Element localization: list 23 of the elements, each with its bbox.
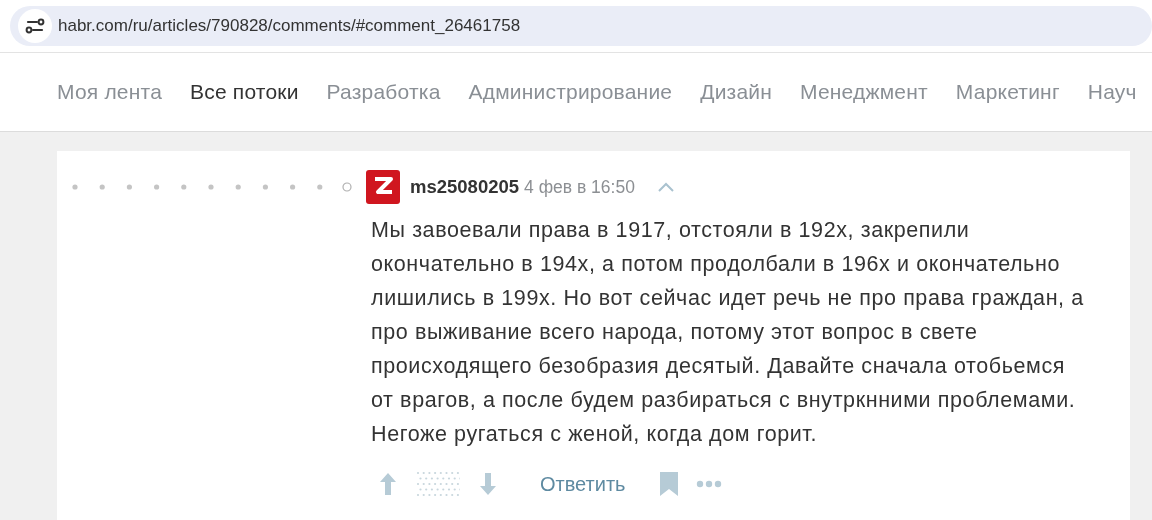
reply-link[interactable]: Ответить: [540, 472, 626, 496]
nav-tab[interactable]: Все потоки: [190, 80, 299, 104]
nav-tab[interactable]: Администрирование: [468, 80, 673, 104]
downvote-arrow-icon[interactable]: [478, 472, 498, 496]
chevron-up-icon[interactable]: [656, 181, 675, 193]
hidden-score-icon: [416, 471, 460, 497]
nav-tab[interactable]: Менеджмент: [800, 80, 928, 104]
site-settings-icon[interactable]: [18, 9, 52, 43]
nav-tab[interactable]: Дизайн: [700, 80, 772, 104]
nav-tab[interactable]: Разработка: [326, 80, 441, 104]
author-name[interactable]: ms25080205: [410, 176, 520, 198]
upvote-arrow-icon[interactable]: [378, 472, 398, 496]
url-text: habr.com/ru/articles/790828/comments/#comment_26461758: [58, 16, 521, 36]
bookmark-icon[interactable]: [659, 472, 678, 496]
avatar-icon[interactable]: [366, 170, 400, 204]
more-dots-icon[interactable]: [695, 480, 722, 488]
nav-tab[interactable]: Науч: [1087, 80, 1137, 104]
comment-time[interactable]: 4 фев в 16:50: [524, 176, 635, 198]
nav-tab[interactable]: Моя лента: [57, 80, 162, 104]
nav-tab[interactable]: Маркетинг: [955, 80, 1060, 104]
comment-text: Мы завоевали права в 1917, отстояли в 192х, закрепили окончательно в 194х, а потом продолбали в 196х и окончательно лишились в 199х. Но вот сейчас идет речь не про права граждан, а про выживание всего народа, потому этот вопрос в свете происходящего безобразия десятый. Давайте сначала отобьемся от врагов, а после будем разбираться с внутркнними проблемами. Негоже ругаться с женой, когда дом горит.: [371, 217, 1084, 448]
thread-dots-icon: [69, 181, 353, 193]
address-field[interactable]: habr.com/ru/articles/790828/comments/#comment_26461758: [10, 6, 1152, 46]
